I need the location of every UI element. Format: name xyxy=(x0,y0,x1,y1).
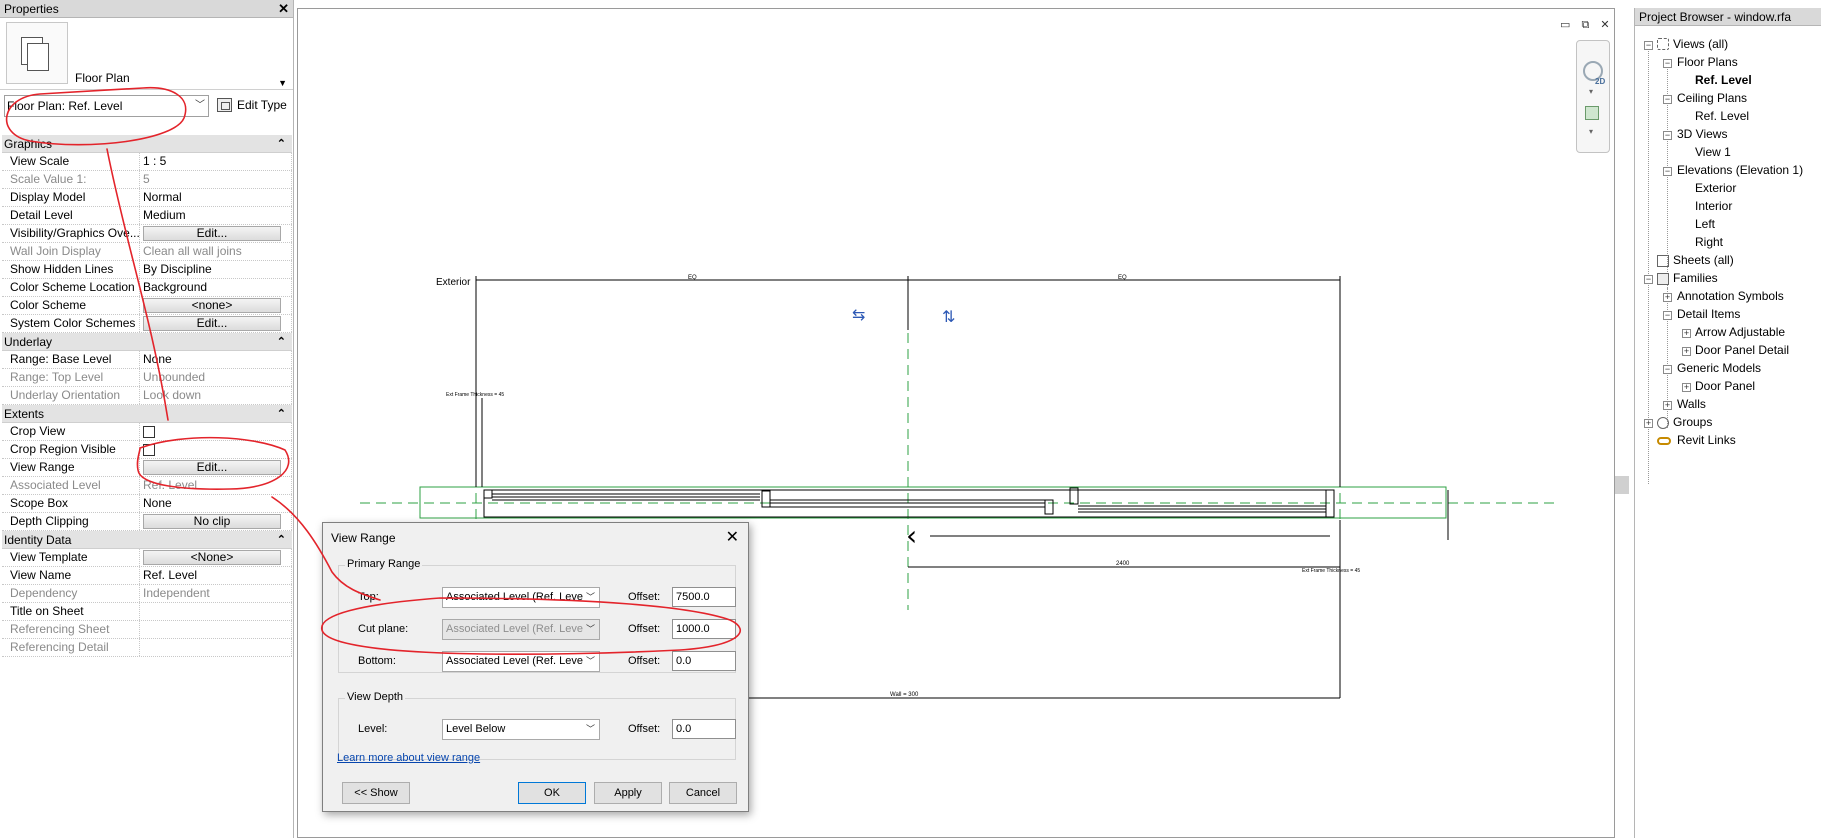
revit-links-icon xyxy=(1657,437,1671,445)
view-range-dialog: View Range ✕ Primary Range Top: Associat… xyxy=(322,522,749,812)
exterior-label: Exterior xyxy=(436,277,471,288)
chevron-down-icon[interactable]: ▾ xyxy=(1589,127,1593,136)
tree-views-all[interactable]: Views (all) xyxy=(1673,35,1728,53)
wall-label: Wall = 300 xyxy=(890,692,919,698)
tree-detail-items[interactable]: Detail Items xyxy=(1677,305,1740,323)
depth-offset-label: Offset: xyxy=(628,723,661,735)
vertical-scrollbar-thumb[interactable] xyxy=(1615,476,1629,494)
groups-icon xyxy=(1657,417,1669,429)
tree-view-1[interactable]: View 1 xyxy=(1695,143,1731,161)
families-icon xyxy=(1657,273,1669,285)
cut-plane-label: Cut plane: xyxy=(358,623,409,635)
tree-ref-level-floor-plan[interactable]: Ref. Level xyxy=(1695,71,1752,89)
views-icon xyxy=(1657,38,1669,50)
revit-window: Properties ✕ Floor Plan ▼ Floor Plan: Re… xyxy=(0,0,1821,838)
dim-label-bottom: 2400 xyxy=(1116,561,1130,567)
sheets-icon xyxy=(1657,255,1669,267)
top-label: Top: xyxy=(358,591,379,603)
show-button[interactable]: << Show xyxy=(342,782,410,804)
frame-label-left: Ext Frame Thickness = 45 xyxy=(446,392,504,398)
cut-plane-offset-input[interactable]: 1000.0 xyxy=(672,619,736,639)
flip-vertical-icon: ⇅ xyxy=(942,307,955,326)
tree-door-panel[interactable]: Door Panel xyxy=(1695,377,1755,395)
cut-offset-label: Offset: xyxy=(628,623,661,635)
tree-generic-models[interactable]: Generic Models xyxy=(1677,359,1761,377)
top-offset-label: Offset: xyxy=(628,591,661,603)
tree-revit-links[interactable]: Revit Links xyxy=(1677,431,1736,449)
tree-3d-views[interactable]: 3D Views xyxy=(1677,125,1727,143)
chevron-down-icon: ﹀ xyxy=(585,724,595,734)
tree-elevation-right[interactable]: Right xyxy=(1695,233,1723,251)
depth-offset-input[interactable]: 0.0 xyxy=(672,719,736,739)
top-level-dropdown[interactable]: Associated Level (Ref. Leve ﹀ xyxy=(442,587,600,608)
primary-range-label: Primary Range xyxy=(345,558,423,570)
chevron-down-icon: ﹀ xyxy=(585,592,595,602)
tree-annotation-symbols[interactable]: Annotation Symbols xyxy=(1677,287,1784,305)
tree-ceiling-plans[interactable]: Ceiling Plans xyxy=(1677,89,1747,107)
chevron-down-icon: ﹀ xyxy=(585,624,595,634)
view-depth-label: View Depth xyxy=(345,691,406,703)
top-offset-input[interactable]: 7500.0 xyxy=(672,587,736,607)
close-icon[interactable]: ✕ xyxy=(726,527,739,547)
tree-elevation-exterior[interactable]: Exterior xyxy=(1695,179,1736,197)
tree-families[interactable]: Families xyxy=(1673,269,1718,287)
bottom-offset-input[interactable]: 0.0 xyxy=(672,651,736,671)
tree-arrow-adjustable[interactable]: Arrow Adjustable xyxy=(1695,323,1785,341)
project-browser: Project Browser - window.rfa − Views (al… xyxy=(1634,8,1821,838)
tree-sheets-all[interactable]: Sheets (all) xyxy=(1673,251,1734,269)
depth-level-label: Level: xyxy=(358,723,388,735)
tree-ref-level-ceiling-plan[interactable]: Ref. Level xyxy=(1695,107,1749,125)
apply-button[interactable]: Apply xyxy=(594,782,662,804)
tree-walls[interactable]: Walls xyxy=(1677,395,1706,413)
swing-arrow-icon: ‹ xyxy=(906,519,917,552)
bottom-level-dropdown[interactable]: Associated Level (Ref. Leve ﹀ xyxy=(442,651,600,672)
nav-2d-label: 2D xyxy=(1595,77,1606,86)
frame-corner xyxy=(483,489,493,499)
zoom-icon[interactable] xyxy=(1585,106,1599,120)
bottom-offset-label: Offset: xyxy=(628,655,661,667)
bottom-label: Bottom: xyxy=(358,655,396,667)
sash-left xyxy=(761,490,771,508)
ok-button[interactable]: OK xyxy=(518,782,586,804)
browser-title-bar: Project Browser - window.rfa xyxy=(1635,8,1821,26)
chevron-down-icon: ﹀ xyxy=(585,656,595,666)
cancel-button[interactable]: Cancel xyxy=(669,782,737,804)
floor-plan-drawing: ⇆ ⇅ ‹ Exterior EQ EQ 2400 Wall = 300 Ext… xyxy=(360,275,1555,699)
dim-label-left: EQ xyxy=(688,275,697,281)
view-window-controls[interactable]: ▭ ⧉ ✕ xyxy=(1560,18,1614,32)
flip-horizontal-icon: ⇆ xyxy=(852,305,865,324)
frame-label-right: Ext Frame Thickness = 45 xyxy=(1302,568,1360,574)
tree-door-panel-detail[interactable]: Door Panel Detail xyxy=(1695,341,1789,359)
depth-level-dropdown[interactable]: Level Below ﹀ xyxy=(442,719,600,740)
tree-elevation-left[interactable]: Left xyxy=(1695,215,1715,233)
navigation-bar[interactable]: 2D ▾ ▾ xyxy=(1576,40,1610,153)
tree-groups[interactable]: Groups xyxy=(1673,413,1712,431)
dim-label-right: EQ xyxy=(1118,275,1127,281)
tree-elevations[interactable]: Elevations (Elevation 1) xyxy=(1677,161,1803,179)
browser-title: Project Browser - window.rfa xyxy=(1639,10,1792,24)
learn-more-link[interactable]: Learn more about view range xyxy=(337,752,480,764)
chevron-down-icon[interactable]: ▾ xyxy=(1589,87,1593,96)
cut-plane-level-dropdown[interactable]: Associated Level (Ref. Leve ﹀ xyxy=(442,619,600,640)
tree-elevation-interior[interactable]: Interior xyxy=(1695,197,1732,215)
dialog-title: View Range xyxy=(331,531,396,545)
tree-floor-plans[interactable]: Floor Plans xyxy=(1677,53,1738,71)
